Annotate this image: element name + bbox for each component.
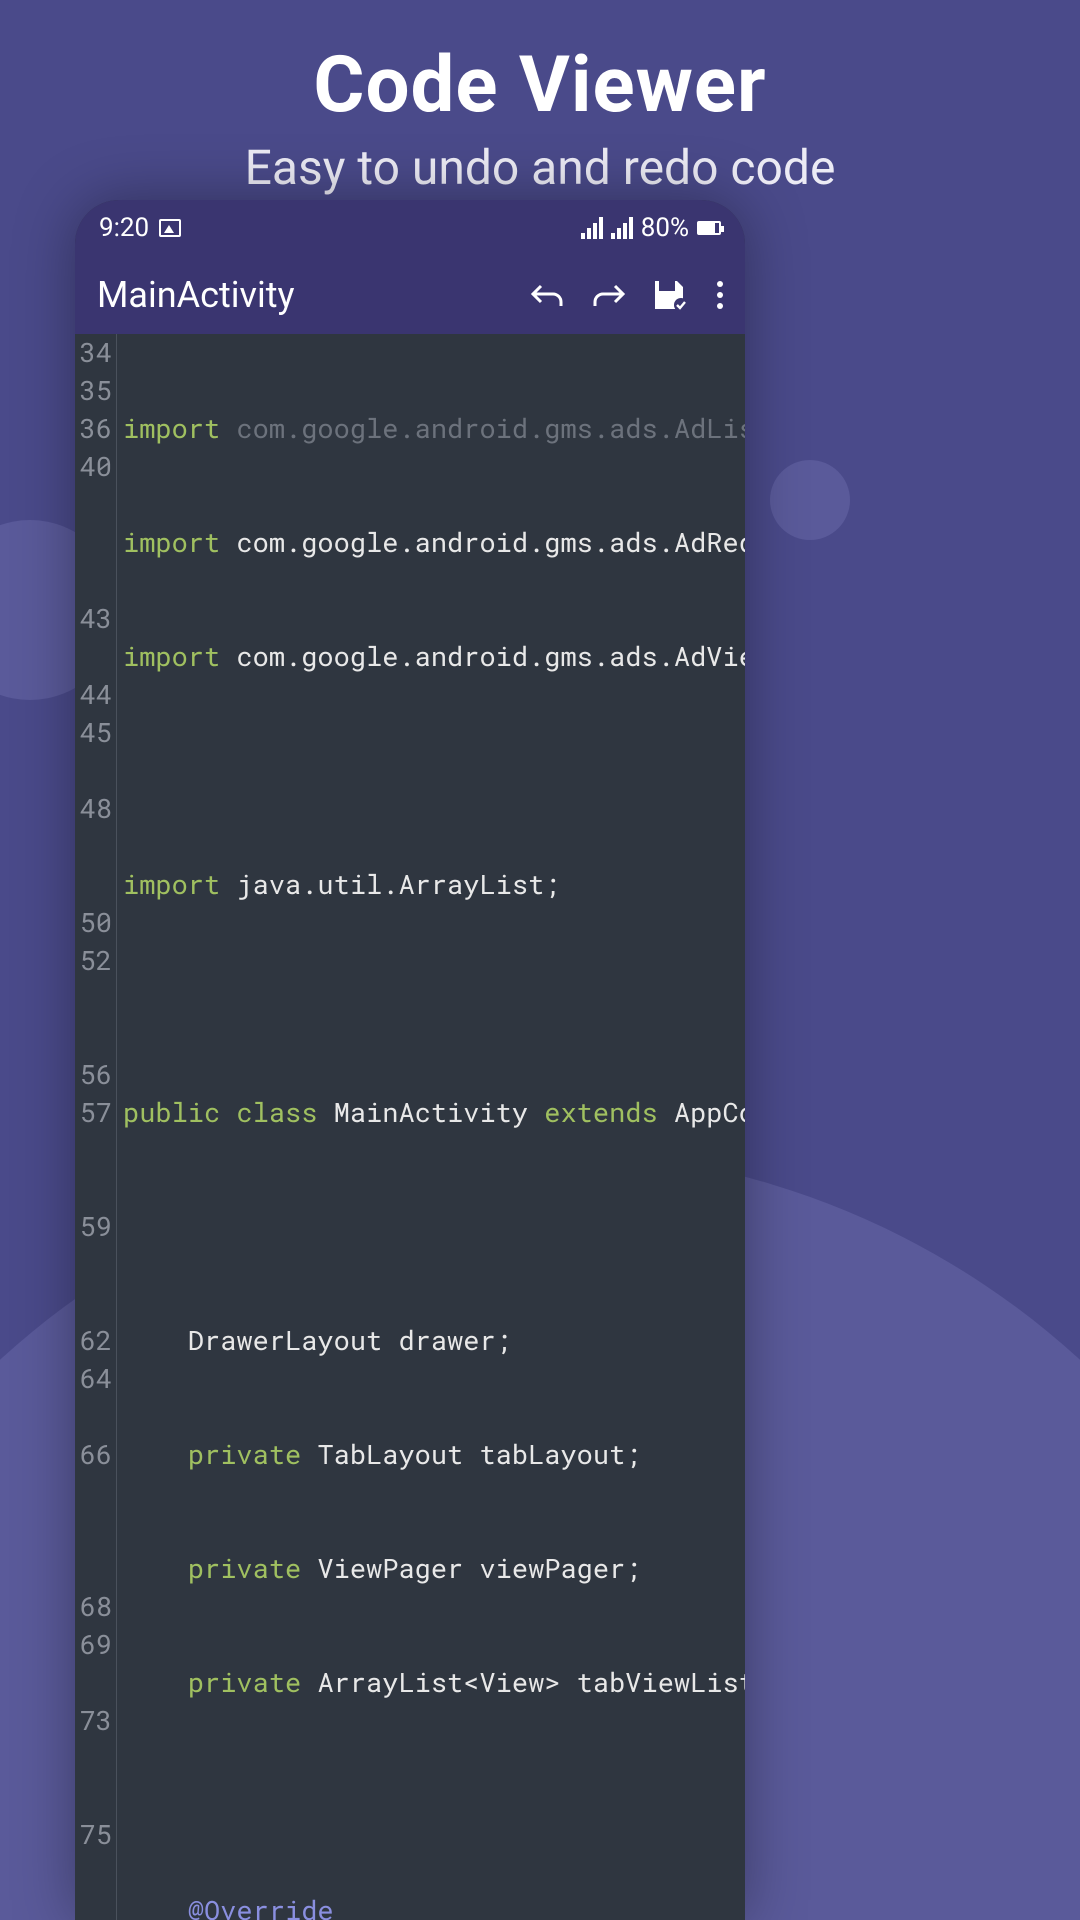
- image-icon: [159, 219, 181, 237]
- code-content[interactable]: import com.google.android.gms.ads.AdList…: [117, 334, 745, 1920]
- line-gutter: 3435364043444548505256575962646668697375: [75, 334, 117, 1920]
- code-line: @Override: [123, 1892, 745, 1920]
- promo-title: Code Viewer: [0, 40, 1080, 131]
- code-line: [123, 980, 745, 1018]
- bg-decor: [770, 460, 850, 540]
- code-line: private ArrayList<View> tabViewList = ne…: [123, 1664, 745, 1702]
- code-line: import java.util.ArrayList;: [123, 866, 745, 904]
- code-line: private ViewPager viewPager;: [123, 1550, 745, 1588]
- appbar-title: MainActivity: [97, 274, 295, 316]
- battery-percent: 80%: [641, 213, 689, 243]
- signal-icon: [611, 217, 633, 239]
- code-line: import com.google.android.gms.ads.AdView…: [123, 638, 745, 676]
- battery-icon: [697, 221, 721, 235]
- app-bar: MainActivity: [75, 256, 745, 334]
- phone-frame: 9:20 80% MainActivity: [75, 200, 745, 1920]
- code-line: import com.google.android.gms.ads.AdList…: [123, 410, 745, 448]
- undo-icon[interactable]: [529, 280, 565, 310]
- save-icon[interactable]: [653, 279, 687, 311]
- code-line: public class MainActivity extends AppCom…: [123, 1094, 745, 1132]
- more-icon[interactable]: [713, 277, 727, 313]
- code-line: [123, 1778, 745, 1816]
- promo-subtitle: Easy to undo and redo code: [0, 139, 1080, 196]
- code-line: DrawerLayout drawer;: [123, 1322, 745, 1360]
- code-line: [123, 1208, 745, 1246]
- status-time: 9:20: [99, 213, 149, 243]
- code-line: import com.google.android.gms.ads.AdRequ…: [123, 524, 745, 562]
- signal-icon: [581, 217, 603, 239]
- promo-header: Code Viewer Easy to undo and redo code: [0, 0, 1080, 196]
- redo-icon[interactable]: [591, 280, 627, 310]
- code-editor[interactable]: 3435364043444548505256575962646668697375…: [75, 334, 745, 1920]
- status-bar: 9:20 80%: [75, 200, 745, 256]
- code-line: private TabLayout tabLayout;: [123, 1436, 745, 1474]
- code-line: [123, 752, 745, 790]
